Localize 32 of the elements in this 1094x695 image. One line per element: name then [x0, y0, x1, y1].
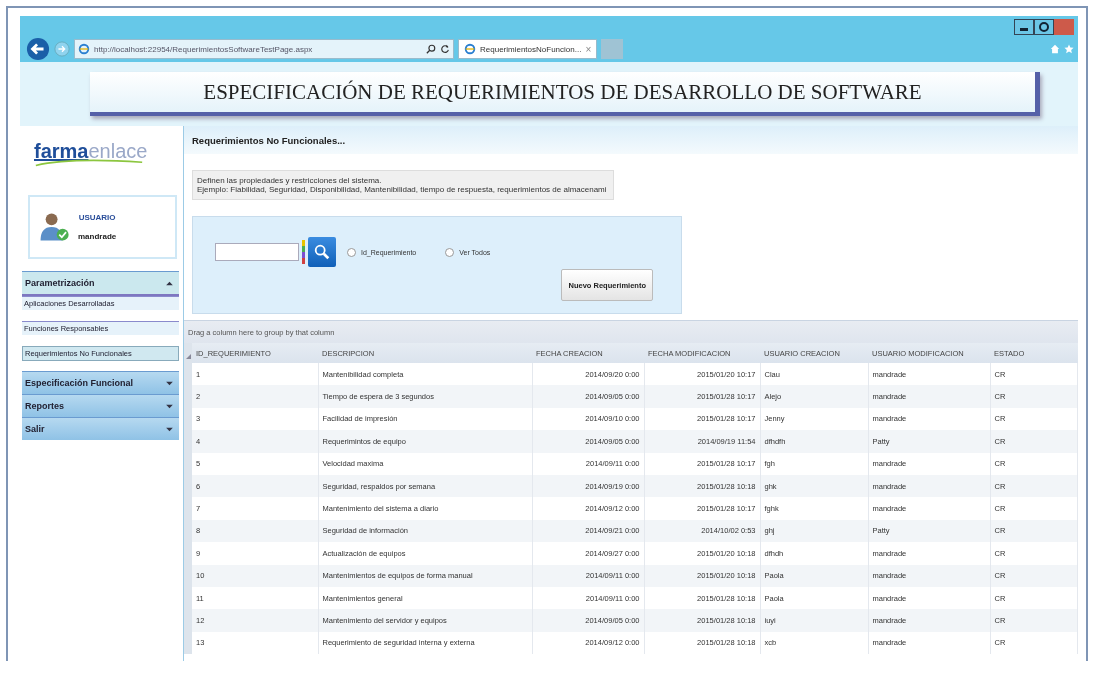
star-icon[interactable] [1064, 44, 1074, 54]
page-title: ESPECIFICACIÓN DE REQUERIMIENTOS DE DESARROLLO DE SOFTWARE [203, 79, 922, 105]
chevron-icon [166, 380, 173, 386]
menu-section[interactable]: Especificación Funcional [22, 371, 179, 394]
chevron-icon [166, 426, 173, 432]
search-icon [313, 243, 331, 261]
browser-tab[interactable]: RequerimientosNoFuncion... × [458, 39, 598, 59]
minimize-icon[interactable] [1014, 19, 1034, 35]
menu-section[interactable]: Reportes [22, 394, 179, 417]
user-avatar-icon [38, 210, 72, 244]
search-button[interactable] [308, 237, 336, 267]
user-label: USUARIO [78, 213, 116, 222]
globe-icon [464, 43, 476, 55]
tab-label: RequerimientosNoFuncion... [480, 44, 582, 54]
address-bar[interactable]: http://localhost:22954/RequerimientosSoftwareTestPage.aspx [74, 39, 454, 59]
tab-close[interactable]: × [585, 43, 592, 55]
logo: farmaenlace [22, 136, 148, 173]
refresh-icon[interactable] [440, 44, 450, 54]
color-strip-icon [302, 239, 305, 265]
chevron-icon [166, 403, 173, 409]
search-icon[interactable] [426, 44, 436, 54]
globe-icon [78, 43, 90, 55]
description-text: Ejemplo: Fiabilidad, Seguridad, Disponibilidad, Mantenibilidad, tiempo de respuesta, requerimientos de almacenami [197, 185, 607, 194]
description-text: Definen las propiedades y restricciones del sistema. [197, 176, 383, 185]
menu-section[interactable]: Salir [22, 417, 179, 440]
chevron-icon [166, 280, 173, 286]
corner-icon [186, 353, 191, 359]
user-name: mandrade [78, 232, 117, 241]
search-field[interactable] [215, 243, 299, 261]
back-icon[interactable] [26, 37, 50, 61]
menu-section[interactable]: Parametrización [22, 271, 179, 296]
section-title: Requerimientos No Funcionales... [192, 134, 346, 146]
